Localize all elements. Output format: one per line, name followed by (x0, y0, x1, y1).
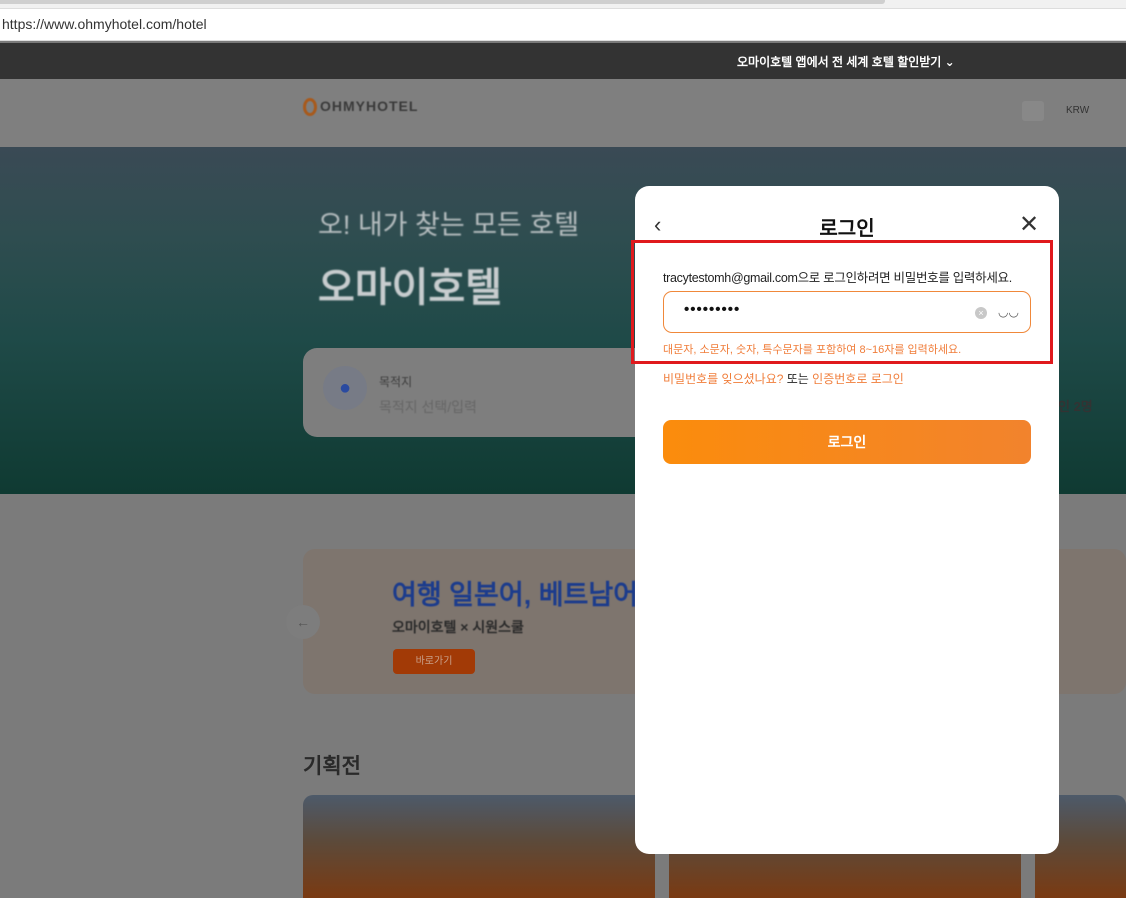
forgot-password-link[interactable]: 비밀번호를 잊으셨나요? (663, 372, 783, 386)
address-bar[interactable]: https://www.ohmyhotel.com/hotel (0, 8, 1126, 41)
banner-go-button[interactable]: 바로가기 (393, 649, 475, 674)
close-icon[interactable]: ✕ (1019, 210, 1039, 239)
browser-top-strip (0, 0, 1126, 8)
alt-login-links: 비밀번호를 잊으셨나요? 또는 인증번호로 로그인 (663, 370, 904, 387)
password-rule-hint: 대문자, 소문자, 숫자, 특수문자를 포함하여 8~16자를 입력하세요. (663, 344, 962, 356)
promo-text[interactable]: 오마이호텔 앱에서 전 세계 호텔 할인받기 ⌄ (737, 53, 955, 70)
section-title: 기획전 (303, 755, 361, 778)
clear-input-icon[interactable]: × (975, 307, 987, 319)
hero-title: 오마이호텔 (318, 266, 502, 310)
site-header (0, 79, 1126, 147)
login-button[interactable]: 로그인 (663, 420, 1031, 464)
carousel-prev-arrow-icon[interactable]: ← (286, 605, 320, 639)
url-text: https://www.ohmyhotel.com/hotel (2, 16, 207, 32)
modal-title: 로그인 (819, 218, 875, 240)
guests-field[interactable]: 인 2명 (1058, 396, 1093, 415)
destination-label: 목적지 (379, 375, 413, 389)
banner-subtitle: 오마이호텔 × 시원스쿨 (392, 619, 524, 635)
hero-subtitle: 오! 내가 찾는 모든 호텔 (318, 210, 580, 240)
currency-selector[interactable]: KRW (1066, 105, 1089, 116)
destination-input[interactable]: 목적지 선택/입력 (379, 397, 477, 417)
login-instruction: tracytestomh@gmail.com으로 로그인하려면 비밀번호를 입력… (663, 271, 1012, 285)
or-text: 또는 (783, 372, 813, 386)
exhibition-card[interactable] (303, 795, 655, 898)
code-login-link[interactable]: 인증번호로 로그인 (812, 372, 904, 386)
korea-flag-icon[interactable] (1022, 101, 1044, 121)
banner-title: 여행 일본어, 베트남어 (392, 580, 639, 610)
location-pin-icon: ● (323, 366, 367, 410)
eye-closed-icon[interactable]: ◡◡ (998, 305, 1019, 319)
app-promo-bar[interactable]: 오마이호텔 앱에서 전 세계 호텔 할인받기 ⌄ (0, 43, 1126, 79)
logo[interactable]: OHMYHOTEL (303, 98, 419, 117)
logo-text: OHMYHOTEL (320, 98, 419, 114)
scrollbar[interactable] (0, 0, 885, 4)
